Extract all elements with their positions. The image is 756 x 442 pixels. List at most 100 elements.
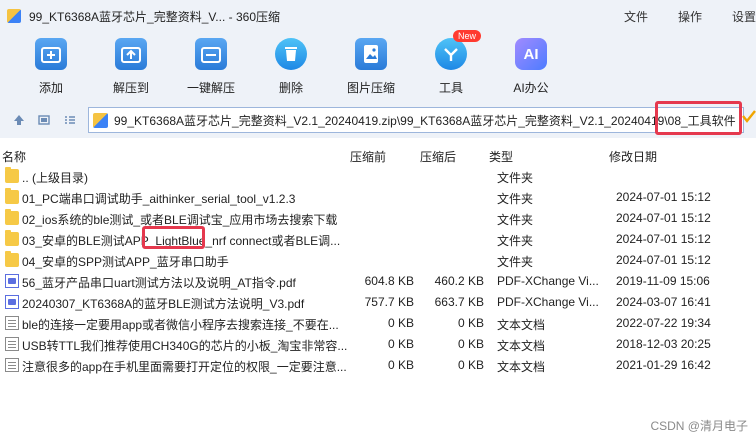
file-name: 56_蓝牙产品串口uart测试方法以及说明_AT指令.pdf [22, 276, 296, 290]
extract-to-button[interactable]: 解压到 [96, 38, 166, 98]
pdf-file-icon [5, 295, 19, 309]
file-type: 文件夹 [497, 234, 534, 248]
csdn-watermark: CSDN @清月电子 [650, 419, 748, 433]
one-click-extract-icon [195, 38, 227, 70]
ai-office-button[interactable]: AI AI办公 [496, 38, 566, 98]
size-after: 0 KB [457, 337, 484, 351]
ai-office-icon: AI [515, 38, 547, 70]
highlight-path-segment [655, 101, 742, 135]
one-click-extract-button[interactable]: 一键解压 [176, 38, 246, 98]
menu-settings[interactable]: 设置 [732, 8, 756, 25]
file-name: ble的连接一定要用app或者微信小程序去搜索连接_不要在... [22, 318, 339, 332]
list-item[interactable]: ble的连接一定要用app或者微信小程序去搜索连接_不要在... 0 KB 0 … [0, 313, 756, 334]
title-menu: 文件 操作 设置 [624, 0, 756, 32]
list-item[interactable]: 注意很多的app在手机里面需要打开定位的权限_一定要注意... 0 KB 0 K… [0, 355, 756, 376]
image-compress-label: 图片压缩 [346, 81, 395, 95]
window-title: 99_KT6368A蓝牙芯片_完整资料_V... - 360压缩 [29, 9, 280, 24]
file-date: 2018-12-03 20:25 [616, 337, 711, 351]
list-item[interactable]: 03_安卓的BLE测试APP_LightBlue_nrf connect或者BL… [0, 226, 756, 250]
file-type: 文件夹 [497, 192, 534, 206]
file-type: 文本文档 [497, 360, 546, 374]
file-date: 2024-07-01 15:12 [616, 190, 711, 204]
image-compress-button[interactable]: 图片压缩 [336, 38, 406, 98]
size-before: 0 KB [387, 358, 414, 372]
text-file-icon [5, 337, 19, 351]
file-name: 04_安卓的SPP测试APP_蓝牙串口助手 [22, 255, 229, 269]
toolbar: 添加 解压到 一键解压 删除 图片压缩 New 工具 AI AI办公 [0, 30, 756, 102]
size-after: 663.7 KB [434, 295, 484, 309]
delete-label: 删除 [278, 81, 303, 95]
col-before[interactable]: 压缩前 [350, 148, 386, 165]
size-before: 0 KB [387, 337, 414, 351]
size-before: 0 KB [387, 316, 414, 330]
file-date: 2024-07-01 15:12 [616, 253, 711, 267]
thumbnail-view-icon[interactable] [37, 113, 51, 127]
file-date: 2022-07-22 19:34 [616, 316, 711, 330]
highlight-lightblue [142, 226, 205, 249]
ai-office-label: AI办公 [513, 81, 549, 95]
menu-operation[interactable]: 操作 [678, 8, 702, 25]
folder-icon [5, 230, 19, 246]
add-button[interactable]: 添加 [16, 38, 86, 98]
file-type: 文件夹 [497, 213, 534, 227]
text-file-icon [5, 358, 19, 372]
column-header-row: 名称 压缩前 压缩后 类型 修改日期 [0, 144, 756, 166]
file-type: 文本文档 [497, 318, 546, 332]
folder-icon [5, 251, 19, 267]
zip-app-icon [7, 9, 21, 23]
size-after: 0 KB [457, 358, 484, 372]
col-name[interactable]: 名称 [2, 148, 26, 165]
address-row: 99_KT6368A蓝牙芯片_完整资料_V2.1_20240419.zip\99… [0, 102, 756, 138]
tools-label: 工具 [438, 81, 463, 95]
list-view-icon[interactable] [63, 113, 77, 127]
file-name: USB转TTL我们推荐使用CH340G的芯片的小板_淘宝非常容... [22, 339, 348, 353]
file-name: 01_PC端串口调试助手_aithinker_serial_tool_v1.2.… [22, 192, 296, 206]
list-item[interactable]: 56_蓝牙产品串口uart测试方法以及说明_AT指令.pdf 604.8 KB … [0, 271, 756, 292]
file-date: 2024-07-01 15:12 [616, 211, 711, 225]
dropdown-check-icon[interactable] [742, 110, 756, 128]
pdf-file-icon [5, 274, 19, 288]
file-list: .. (上级目录) 文件夹 01_PC端串口调试助手_aithinker_ser… [0, 166, 756, 376]
delete-icon [275, 38, 307, 70]
list-item[interactable]: 04_安卓的SPP测试APP_蓝牙串口助手 文件夹 2024-07-01 15:… [0, 250, 756, 271]
folder-icon [5, 188, 19, 204]
image-compress-icon [355, 38, 387, 70]
size-before: 757.7 KB [364, 295, 414, 309]
title-bar: 99_KT6368A蓝牙芯片_完整资料_V... - 360压缩 文件 操作 设… [0, 0, 756, 32]
file-date: 2019-11-09 15:06 [616, 274, 710, 288]
tools-button[interactable]: New 工具 [416, 30, 486, 98]
file-name: .. (上级目录) [22, 171, 88, 185]
tools-icon: New [435, 30, 481, 70]
file-name: 20240307_KT6368A的蓝牙BLE测试方法说明_V3.pdf [22, 297, 305, 311]
col-after[interactable]: 压缩后 [420, 148, 456, 165]
size-before: 604.8 KB [364, 274, 414, 288]
folder-icon [5, 209, 19, 225]
up-arrow-icon[interactable] [12, 113, 26, 127]
file-date: 2024-07-01 15:12 [616, 232, 711, 246]
file-date: 2024-03-07 16:41 [616, 295, 711, 309]
add-icon [35, 38, 67, 70]
extract-to-label: 解压到 [112, 81, 149, 95]
address-bar[interactable]: 99_KT6368A蓝牙芯片_完整资料_V2.1_20240419.zip\99… [88, 107, 744, 133]
file-type: 文件夹 [497, 255, 534, 269]
file-name: 注意很多的app在手机里面需要打开定位的权限_一定要注意... [22, 360, 347, 374]
file-date: 2021-01-29 16:42 [616, 358, 711, 372]
list-item[interactable]: 02_ios系统的ble测试_或者BLE调试宝_应用市场去搜索下载 文件夹 20… [0, 208, 756, 229]
address-path: 99_KT6368A蓝牙芯片_完整资料_V2.1_20240419.zip\99… [114, 113, 736, 128]
list-item[interactable]: USB转TTL我们推荐使用CH340G的芯片的小板_淘宝非常容... 0 KB … [0, 334, 756, 355]
list-item[interactable]: .. (上级目录) 文件夹 [0, 166, 756, 187]
list-item[interactable]: 20240307_KT6368A的蓝牙BLE测试方法说明_V3.pdf 757.… [0, 292, 756, 313]
file-type: 文件夹 [497, 171, 534, 185]
size-after: 460.2 KB [434, 274, 484, 288]
menu-file[interactable]: 文件 [624, 8, 648, 25]
col-type[interactable]: 类型 [489, 148, 513, 165]
zip-file-icon [93, 112, 108, 128]
folder-icon [5, 167, 19, 183]
new-badge: New [452, 30, 481, 42]
list-item[interactable]: 01_PC端串口调试助手_aithinker_serial_tool_v1.2.… [0, 187, 756, 208]
col-date[interactable]: 修改日期 [609, 148, 657, 165]
extract-to-icon [115, 38, 147, 70]
delete-button[interactable]: 删除 [256, 38, 326, 98]
text-file-icon [5, 316, 19, 330]
add-label: 添加 [38, 81, 63, 95]
